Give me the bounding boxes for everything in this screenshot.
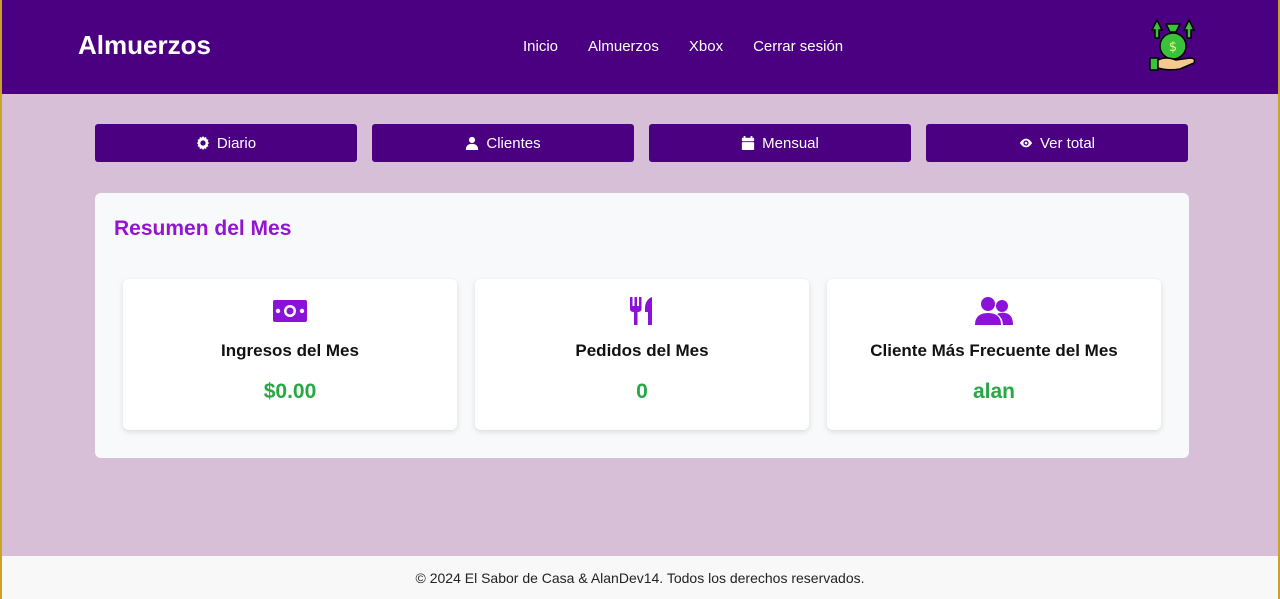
nav-link-almuerzos[interactable]: Almuerzos: [588, 38, 659, 55]
diario-button[interactable]: Diario: [95, 124, 357, 162]
income-value: $0.00: [263, 380, 317, 403]
money-bag-hand-icon: $: [1146, 16, 1200, 72]
ver-total-button-label: Ver total: [1039, 134, 1096, 152]
utensils-icon: [475, 296, 809, 326]
navbar: Almuerzos Inicio Almuerzos Xbox Cerrar s…: [2, 0, 1278, 94]
footer: © 2024 El Sabor de Casa & AlanDev14. Tod…: [2, 556, 1278, 599]
frequent-client-card: Cliente Más Frecuente del Mes alan: [827, 279, 1161, 430]
eye-icon: [1019, 138, 1033, 148]
orders-label: Pedidos del Mes: [575, 341, 709, 360]
clientes-button[interactable]: Clientes: [372, 124, 634, 162]
orders-card: Pedidos del Mes 0: [475, 279, 809, 430]
ver-total-button[interactable]: Ver total: [926, 124, 1188, 162]
income-label: Ingresos del Mes: [221, 341, 359, 360]
mensual-button[interactable]: Mensual: [649, 124, 911, 162]
action-buttons: Diario Clientes Mensual Ver total: [95, 124, 1188, 162]
users-icon: [827, 296, 1161, 326]
nav-link-xbox[interactable]: Xbox: [689, 38, 723, 55]
clientes-button-label: Clientes: [486, 134, 541, 152]
calendar-icon: [742, 136, 755, 150]
nav-link-cerrar-sesion[interactable]: Cerrar sesión: [753, 38, 843, 55]
gear-icon: [196, 136, 210, 150]
nav-links: Inicio Almuerzos Xbox Cerrar sesión: [523, 38, 843, 55]
frequent-client-label: Cliente Más Frecuente del Mes: [870, 341, 1118, 360]
money-bill-icon: [123, 296, 457, 326]
diario-button-label: Diario: [216, 134, 257, 152]
monthly-summary-panel: Resumen del Mes Ingresos del Mes $0.00 P…: [95, 193, 1189, 458]
income-card: Ingresos del Mes $0.00: [123, 279, 457, 430]
summary-title: Resumen del Mes: [114, 217, 292, 240]
svg-text:$: $: [1169, 40, 1177, 55]
frequent-client-value: alan: [972, 380, 1016, 403]
mensual-button-label: Mensual: [762, 134, 819, 152]
orders-value: 0: [636, 380, 648, 403]
footer-text: © 2024 El Sabor de Casa & AlanDev14. Tod…: [415, 569, 865, 586]
user-icon: [466, 136, 479, 150]
brand-title[interactable]: Almuerzos: [78, 30, 211, 61]
nav-link-inicio[interactable]: Inicio: [523, 38, 558, 55]
